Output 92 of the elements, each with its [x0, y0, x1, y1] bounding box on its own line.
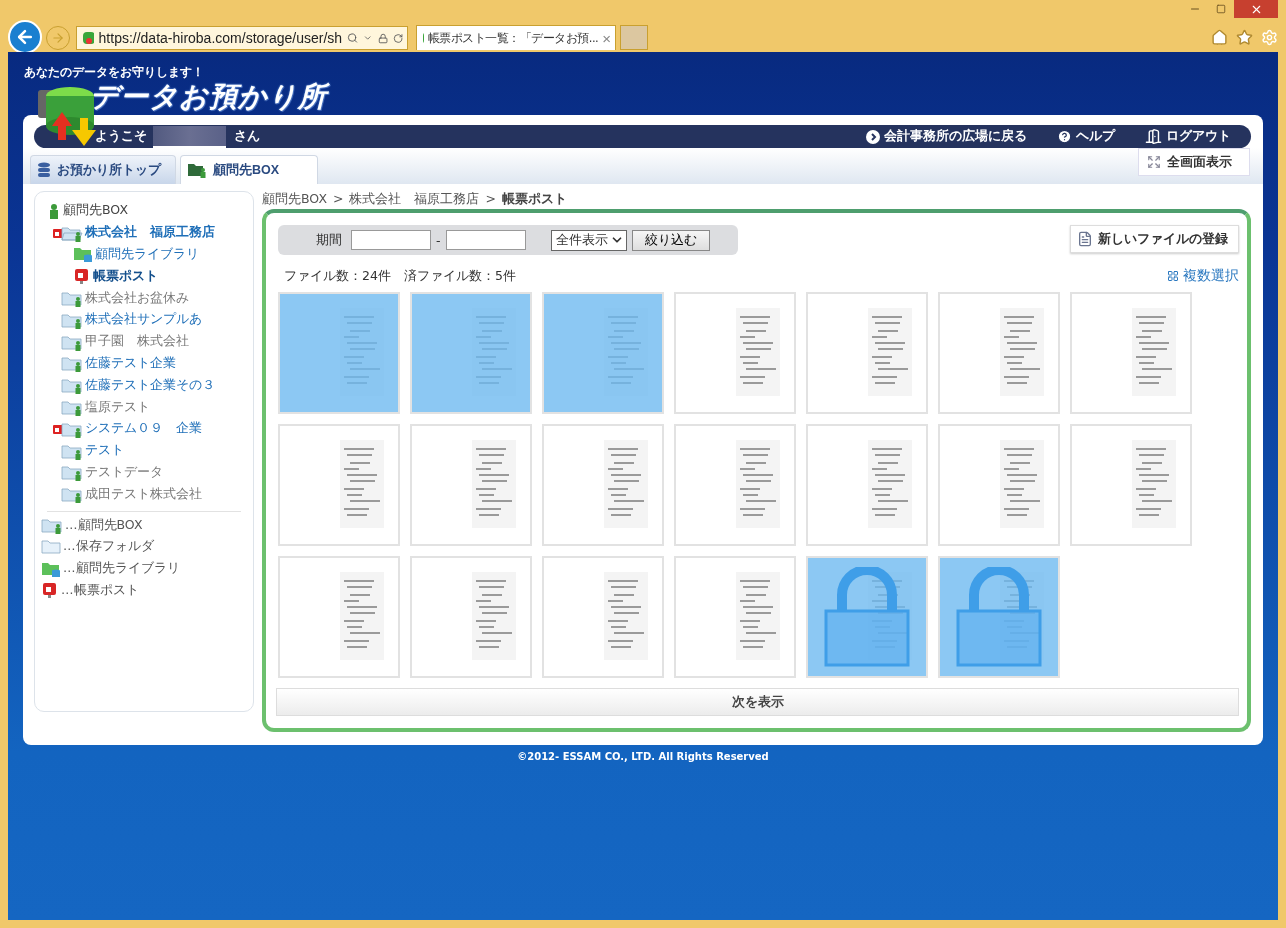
- file-count-text: ファイル数：24件 済ファイル数：5件: [284, 267, 516, 285]
- nav-link[interactable]: ログアウト: [1145, 128, 1231, 145]
- receipt-thumbnail[interactable]: [410, 556, 532, 678]
- client-folder-icon: [41, 516, 63, 535]
- new-tab-button[interactable]: [620, 25, 648, 50]
- new-file-button[interactable]: 新しいファイルの登録: [1070, 225, 1239, 253]
- nav-link[interactable]: ヘルプ: [1057, 128, 1115, 145]
- receipt-thumbnail[interactable]: [806, 292, 928, 414]
- browser-tab[interactable]: 帳票ポスト一覧：「データお預... ×: [416, 25, 616, 50]
- close-button[interactable]: [1234, 0, 1278, 18]
- welcome-text: ようこそ: [95, 128, 147, 145]
- breadcrumb-link[interactable]: 帳票ポスト: [501, 191, 567, 209]
- display-select[interactable]: 全件表示: [550, 229, 627, 251]
- address-bar[interactable]: https://data-hiroba.com/storage/user/sh: [76, 26, 408, 50]
- tree-root[interactable]: 顧問先BOX: [63, 202, 128, 220]
- tree-item[interactable]: テストデータ: [85, 463, 163, 481]
- receipt-thumbnail[interactable]: [938, 292, 1060, 414]
- receipt-thumbnail[interactable]: [542, 424, 664, 546]
- search-icon[interactable]: [347, 31, 359, 45]
- expand-icon: [1147, 155, 1161, 169]
- breadcrumb-link[interactable]: 顧問先BOX: [262, 191, 327, 209]
- tree-item[interactable]: 甲子園 株式会社: [85, 333, 189, 351]
- legend-label: …顧問先ライブラリ: [63, 560, 180, 578]
- tree-item[interactable]: 帳票ポスト: [93, 267, 158, 285]
- breadcrumb-separator: >: [485, 191, 496, 208]
- show-more-button[interactable]: 次を表示: [276, 688, 1239, 716]
- receipt-thumbnail[interactable]: [806, 424, 928, 546]
- range-dash: -: [436, 232, 441, 248]
- receipt-thumbnail[interactable]: [674, 424, 796, 546]
- tree-item[interactable]: システム０９ 企業: [85, 420, 202, 438]
- page-tab[interactable]: お預かり所トップ: [30, 155, 176, 184]
- tree-item[interactable]: 佐藤テスト企業その３: [85, 376, 215, 394]
- forward-arrow-icon: [51, 31, 65, 45]
- legend-label: …顧問先BOX: [65, 516, 143, 534]
- receipt-thumbnail[interactable]: [806, 556, 928, 678]
- tree-item[interactable]: 株式会社サンプルあ: [85, 311, 202, 329]
- receipt-thumbnail[interactable]: [1070, 424, 1192, 546]
- tree-item[interactable]: 株式会社 福原工務店: [85, 224, 215, 242]
- receipt-thumbnail[interactable]: [410, 292, 532, 414]
- settings-icon[interactable]: [1261, 28, 1278, 46]
- receipt-thumbnail[interactable]: [542, 292, 664, 414]
- document-icon: [1077, 231, 1093, 247]
- end-date-field[interactable]: [445, 230, 526, 250]
- receipt-thumbnail[interactable]: [938, 424, 1060, 546]
- nav-link[interactable]: 会計事務所の広場に戻る: [866, 128, 1027, 145]
- library-folder-icon: [73, 245, 93, 264]
- tab-close-button[interactable]: ×: [602, 29, 611, 47]
- page-tab[interactable]: 顧問先BOX: [180, 155, 318, 184]
- receipt-thumbnail[interactable]: [410, 424, 532, 546]
- receipt-thumbnail[interactable]: [1070, 292, 1192, 414]
- home-icon[interactable]: [1211, 28, 1228, 46]
- receipt-thumbnail[interactable]: [278, 292, 400, 414]
- filter-button[interactable]: 絞り込む: [631, 229, 710, 251]
- tree-item[interactable]: 佐藤テスト企業: [85, 354, 176, 372]
- person-icon: [47, 201, 61, 220]
- folder-person-icon: [187, 162, 207, 178]
- mailbox-icon: [73, 267, 91, 286]
- honorific-text: さん: [234, 128, 260, 145]
- database-icon: [37, 162, 51, 178]
- receipt-thumbnail[interactable]: [674, 556, 796, 678]
- chevron-circle-icon: [866, 129, 880, 144]
- door-icon: [1145, 128, 1162, 145]
- tree-item[interactable]: 株式会社お盆休み: [85, 289, 189, 307]
- folder-icon: [41, 537, 61, 556]
- receipt-thumbnail[interactable]: [674, 292, 796, 414]
- grid-icon: [1167, 270, 1179, 282]
- legend-label: …帳票ポスト: [61, 581, 139, 599]
- period-label: 期間: [316, 231, 342, 249]
- fullscreen-button[interactable]: 全画面表示: [1138, 148, 1250, 176]
- refresh-icon[interactable]: [392, 31, 403, 45]
- maximize-icon: [1216, 4, 1226, 14]
- tree-item[interactable]: テスト: [85, 442, 124, 460]
- back-button[interactable]: [8, 20, 42, 54]
- tree-item[interactable]: 顧問先ライブラリ: [95, 246, 199, 263]
- multi-select-link[interactable]: 複数選択: [1167, 267, 1239, 285]
- help-icon: [1057, 129, 1072, 144]
- mailbox-icon: [41, 581, 59, 600]
- lock-icon: [377, 31, 388, 45]
- copyright-text: ©2012- ESSAM CO., LTD. All Rights Reserved: [516, 751, 770, 762]
- tagline: あなたのデータをお守りします！: [24, 64, 205, 81]
- legend-label: …保存フォルダ: [63, 538, 154, 556]
- receipt-thumbnail[interactable]: [542, 556, 664, 678]
- breadcrumb-separator: >: [332, 191, 344, 208]
- tree-item[interactable]: 塩原テスト: [85, 398, 150, 416]
- receipt-thumbnail[interactable]: [938, 556, 1060, 678]
- receipt-thumbnail[interactable]: [278, 556, 400, 678]
- start-date-field[interactable]: [351, 230, 431, 250]
- receipt-thumbnail[interactable]: [278, 424, 400, 546]
- site-logo-title: データお預かり所: [90, 81, 1278, 113]
- star-icon[interactable]: [1236, 28, 1253, 46]
- tree-item[interactable]: 成田テスト株式会社: [85, 485, 202, 503]
- breadcrumb-link[interactable]: 株式会社 福原工務店: [349, 191, 480, 209]
